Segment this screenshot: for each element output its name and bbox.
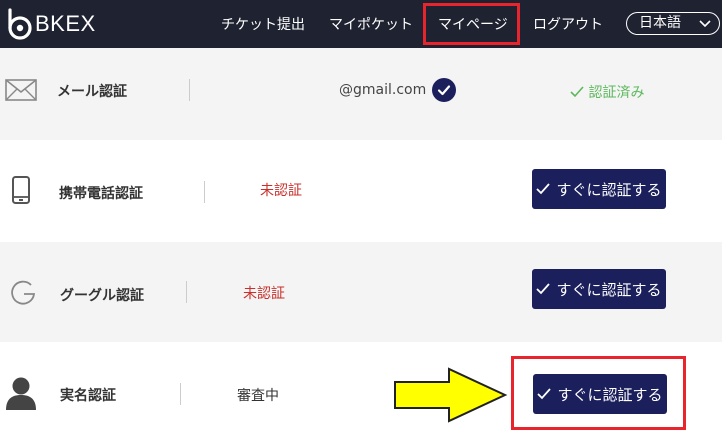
identity-status: 審査中 bbox=[237, 388, 279, 404]
row-divider bbox=[180, 383, 181, 405]
nav-ticket-submit[interactable]: チケット提出 bbox=[221, 14, 305, 34]
check-icon bbox=[437, 85, 451, 96]
verify-google-button[interactable]: すぐに認証する bbox=[532, 269, 666, 309]
nav-highlight-box bbox=[423, 3, 520, 45]
verified-check-badge bbox=[432, 78, 456, 102]
email-status: 認証済み bbox=[570, 82, 644, 102]
row-divider bbox=[189, 79, 190, 101]
nav-my-wallet[interactable]: マイポケット bbox=[329, 14, 413, 34]
google-label: グーグル認証 bbox=[60, 288, 144, 304]
google-verification-row: グーグル認証 未認証 すぐに認証する bbox=[0, 242, 722, 342]
row-divider bbox=[186, 281, 187, 303]
google-g-icon bbox=[11, 280, 36, 305]
button-highlight-box bbox=[511, 356, 686, 430]
chevron-down-icon bbox=[699, 20, 711, 28]
check-icon bbox=[536, 183, 551, 195]
language-select-value: 日本語 bbox=[639, 15, 681, 31]
row-divider bbox=[204, 181, 205, 203]
top-navbar: BKEX チケット提出 マイポケット マイページ ログアウト 日本語 bbox=[0, 0, 722, 48]
email-verification-row: メール認証 @gmail.com 認証済み bbox=[0, 48, 722, 140]
google-status: 未認証 bbox=[243, 286, 285, 302]
mail-icon bbox=[5, 79, 37, 101]
yellow-arrow-annotation bbox=[394, 367, 508, 423]
user-icon bbox=[6, 377, 36, 410]
verify-phone-button[interactable]: すぐに認証する bbox=[532, 169, 666, 209]
phone-verification-row: 携帯電話認証 未認証 すぐに認証する bbox=[0, 140, 722, 242]
bkex-logo-icon bbox=[8, 8, 32, 40]
brand-name: BKEX bbox=[35, 11, 96, 36]
bkex-logo[interactable]: BKEX bbox=[4, 6, 96, 42]
phone-label: 携帯電話認証 bbox=[59, 186, 143, 202]
check-icon bbox=[570, 86, 584, 98]
email-value: @gmail.com bbox=[339, 82, 427, 98]
email-label: メール認証 bbox=[57, 84, 127, 100]
identity-label: 実名認証 bbox=[60, 388, 116, 404]
nav-logout[interactable]: ログアウト bbox=[533, 14, 603, 34]
phone-status: 未認証 bbox=[260, 183, 302, 199]
check-icon bbox=[536, 283, 551, 295]
language-select[interactable]: 日本語 bbox=[626, 12, 720, 35]
mobile-phone-icon bbox=[12, 176, 30, 204]
